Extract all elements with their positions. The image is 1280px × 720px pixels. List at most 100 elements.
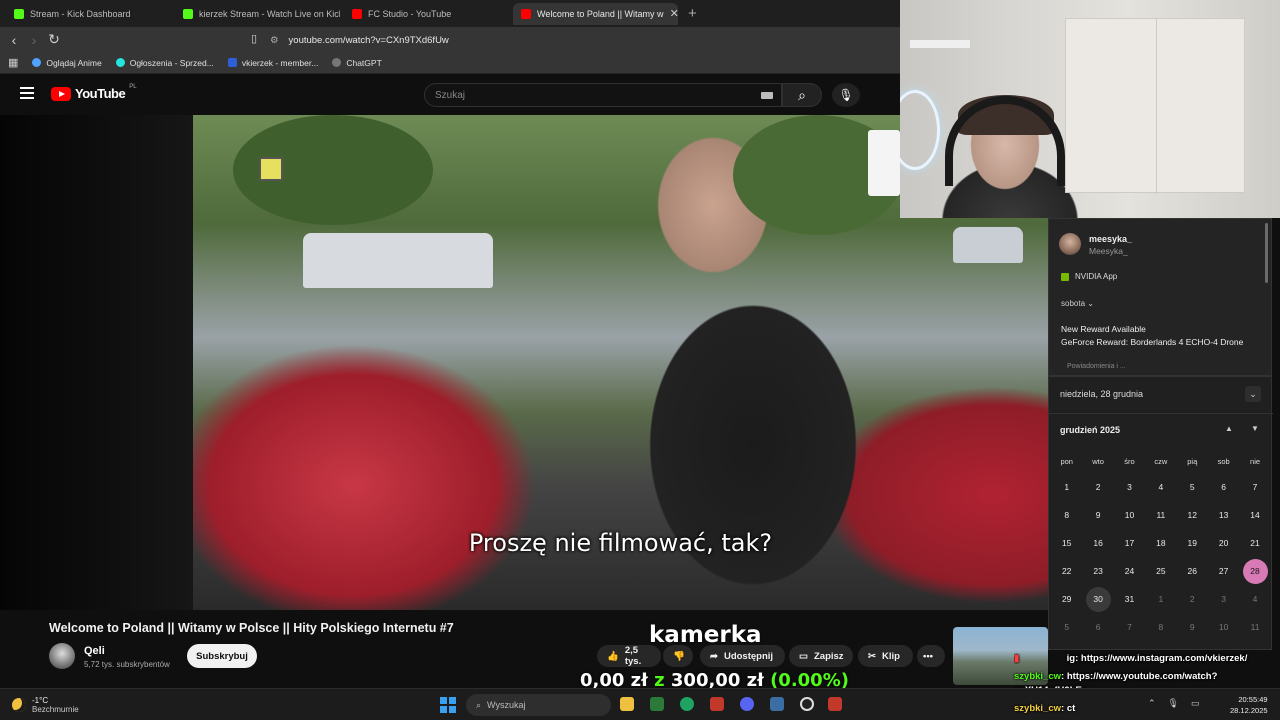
- tab-youtube-studio[interactable]: FC Studio - YouTube: [344, 3, 509, 25]
- bookmark-icon[interactable]: ▯: [244, 32, 264, 45]
- calendar-day[interactable]: 2: [1082, 473, 1113, 501]
- new-tab-button[interactable]: +: [688, 5, 697, 22]
- bookmark-chatgpt[interactable]: ChatGPT: [332, 58, 382, 68]
- calendar-day[interactable]: 11: [1239, 613, 1270, 641]
- reload-icon[interactable]: ↻: [44, 31, 64, 48]
- collapse-chevron-icon[interactable]: ⌄: [1245, 386, 1261, 402]
- calendar-day[interactable]: 30: [1082, 585, 1113, 613]
- app-icon[interactable]: [828, 697, 842, 711]
- voice-search-button[interactable]: 🎙: [832, 83, 860, 107]
- chevron-up-icon[interactable]: ⌃: [1148, 698, 1156, 709]
- calendar-month[interactable]: grudzień 2025: [1060, 425, 1120, 435]
- notification-settings-link[interactable]: Powiadomienia i ...: [1067, 363, 1126, 370]
- bookmark-ogloszenia[interactable]: Ogłoszenia - Sprzed...: [115, 58, 214, 68]
- dislike-button[interactable]: 👎: [663, 645, 693, 667]
- calendar-day[interactable]: 4: [1145, 473, 1176, 501]
- calendar-day[interactable]: 1: [1051, 473, 1082, 501]
- microphone-icon[interactable]: 🎙: [1168, 698, 1179, 709]
- calendar-day[interactable]: 14: [1239, 501, 1270, 529]
- calendar-day[interactable]: 3: [1208, 585, 1239, 613]
- calendar-day[interactable]: 31: [1114, 585, 1145, 613]
- like-button[interactable]: 👍 2,5 tys.: [597, 645, 661, 667]
- calendar-day[interactable]: 23: [1082, 557, 1113, 585]
- calendar-day[interactable]: 15: [1051, 529, 1082, 557]
- calendar-day[interactable]: 19: [1177, 529, 1208, 557]
- discord-icon[interactable]: [740, 697, 754, 711]
- close-tab-icon[interactable]: ✕: [670, 7, 678, 20]
- back-icon[interactable]: ‹: [4, 32, 24, 48]
- bookmark-anime[interactable]: Oglądaj Anime: [32, 58, 102, 68]
- taskbar-clock[interactable]: 20:55:49 28.12.2025: [1230, 694, 1268, 716]
- more-icon: •••: [923, 650, 933, 662]
- browser-icon[interactable]: [680, 697, 694, 711]
- bookmark-vkierzek[interactable]: vkierzek - member...: [227, 58, 318, 68]
- calendar-day[interactable]: 7: [1239, 473, 1270, 501]
- subscribe-button[interactable]: Subskrybuj: [187, 644, 257, 668]
- calendar-day[interactable]: 13: [1208, 501, 1239, 529]
- url-field[interactable]: ⚙ youtube.com/watch?v=CXn9TXd6fUw: [270, 31, 449, 49]
- calendar-day[interactable]: 7: [1114, 613, 1145, 641]
- channel-avatar[interactable]: [49, 643, 75, 669]
- calendar-day[interactable]: 22: [1051, 557, 1082, 585]
- save-button[interactable]: ▭ Zapisz: [789, 645, 853, 667]
- calendar-day[interactable]: 20: [1208, 529, 1239, 557]
- calendar-day[interactable]: 10: [1114, 501, 1145, 529]
- notification-day-group[interactable]: sobota ⌄: [1061, 299, 1094, 308]
- calendar-day[interactable]: 3: [1114, 473, 1145, 501]
- calendar-day[interactable]: 18: [1145, 529, 1176, 557]
- calendar-day[interactable]: 10: [1208, 613, 1239, 641]
- forward-icon[interactable]: ›: [24, 32, 44, 48]
- calendar-day[interactable]: 8: [1051, 501, 1082, 529]
- calendar-day[interactable]: 29: [1051, 585, 1082, 613]
- obs-icon[interactable]: [800, 697, 814, 711]
- calendar-day[interactable]: 24: [1114, 557, 1145, 585]
- calendar-day[interactable]: 5: [1051, 613, 1082, 641]
- search-input[interactable]: Szukaj: [424, 83, 782, 107]
- previous-month-icon[interactable]: ▲: [1225, 424, 1233, 433]
- calendar-day[interactable]: 2: [1177, 585, 1208, 613]
- calendar-day-today[interactable]: 28: [1239, 557, 1270, 585]
- site-info-icon[interactable]: ⚙: [270, 35, 279, 46]
- menu-hamburger-icon[interactable]: [20, 87, 34, 99]
- calendar-day[interactable]: 1: [1145, 585, 1176, 613]
- calendar-day[interactable]: 25: [1145, 557, 1176, 585]
- tab-kick-stream[interactable]: kierzek Stream - Watch Live on Kick: [175, 3, 340, 25]
- windows-start-icon[interactable]: [440, 697, 456, 713]
- keyboard-icon[interactable]: [761, 92, 773, 99]
- network-icon[interactable]: ▭: [1191, 698, 1200, 709]
- more-actions-button[interactable]: •••: [917, 645, 945, 667]
- calendar-day[interactable]: 9: [1082, 501, 1113, 529]
- next-month-icon[interactable]: ▼: [1251, 424, 1259, 433]
- apps-grid-icon[interactable]: ▦: [8, 56, 18, 69]
- channel-name[interactable]: Qeli: [84, 645, 105, 657]
- app-icon[interactable]: [650, 697, 664, 711]
- calendar-day[interactable]: 27: [1208, 557, 1239, 585]
- calendar-day[interactable]: 6: [1082, 613, 1113, 641]
- calendar-day[interactable]: 21: [1239, 529, 1270, 557]
- calendar-day[interactable]: 8: [1145, 613, 1176, 641]
- tab-youtube-video[interactable]: Welcome to Poland || Witamy w ✕: [513, 2, 678, 25]
- clip-button[interactable]: ✂ Klip: [858, 645, 913, 667]
- weekday-header: sob: [1217, 457, 1230, 466]
- search-button[interactable]: ⌕: [782, 83, 822, 107]
- tab-kick-dashboard[interactable]: Stream - Kick Dashboard: [6, 3, 171, 25]
- calendar-day[interactable]: 4: [1239, 585, 1270, 613]
- calendar-day[interactable]: 5: [1177, 473, 1208, 501]
- scissors-icon: ✂: [868, 650, 876, 662]
- app-icon[interactable]: [770, 697, 784, 711]
- calendar-day[interactable]: 11: [1145, 501, 1176, 529]
- file-explorer-icon[interactable]: [620, 697, 634, 711]
- weather-widget[interactable]: -1°C Bezchmurnie: [12, 696, 79, 714]
- calendar-day[interactable]: 6: [1208, 473, 1239, 501]
- calendar-day[interactable]: 16: [1082, 529, 1113, 557]
- calendar-day[interactable]: 9: [1177, 613, 1208, 641]
- taskbar-search[interactable]: ⌕ Wyszukaj: [466, 694, 611, 716]
- calendar-day[interactable]: 12: [1177, 501, 1208, 529]
- share-button[interactable]: ➦ Udostępnij: [700, 645, 785, 667]
- youtube-logo[interactable]: YouTube PL: [51, 84, 137, 101]
- app-icon[interactable]: [710, 697, 724, 711]
- calendar-day[interactable]: 26: [1177, 557, 1208, 585]
- calendar-day[interactable]: 17: [1114, 529, 1145, 557]
- scrollbar[interactable]: [1265, 223, 1268, 283]
- weekday-header: czw: [1154, 457, 1168, 466]
